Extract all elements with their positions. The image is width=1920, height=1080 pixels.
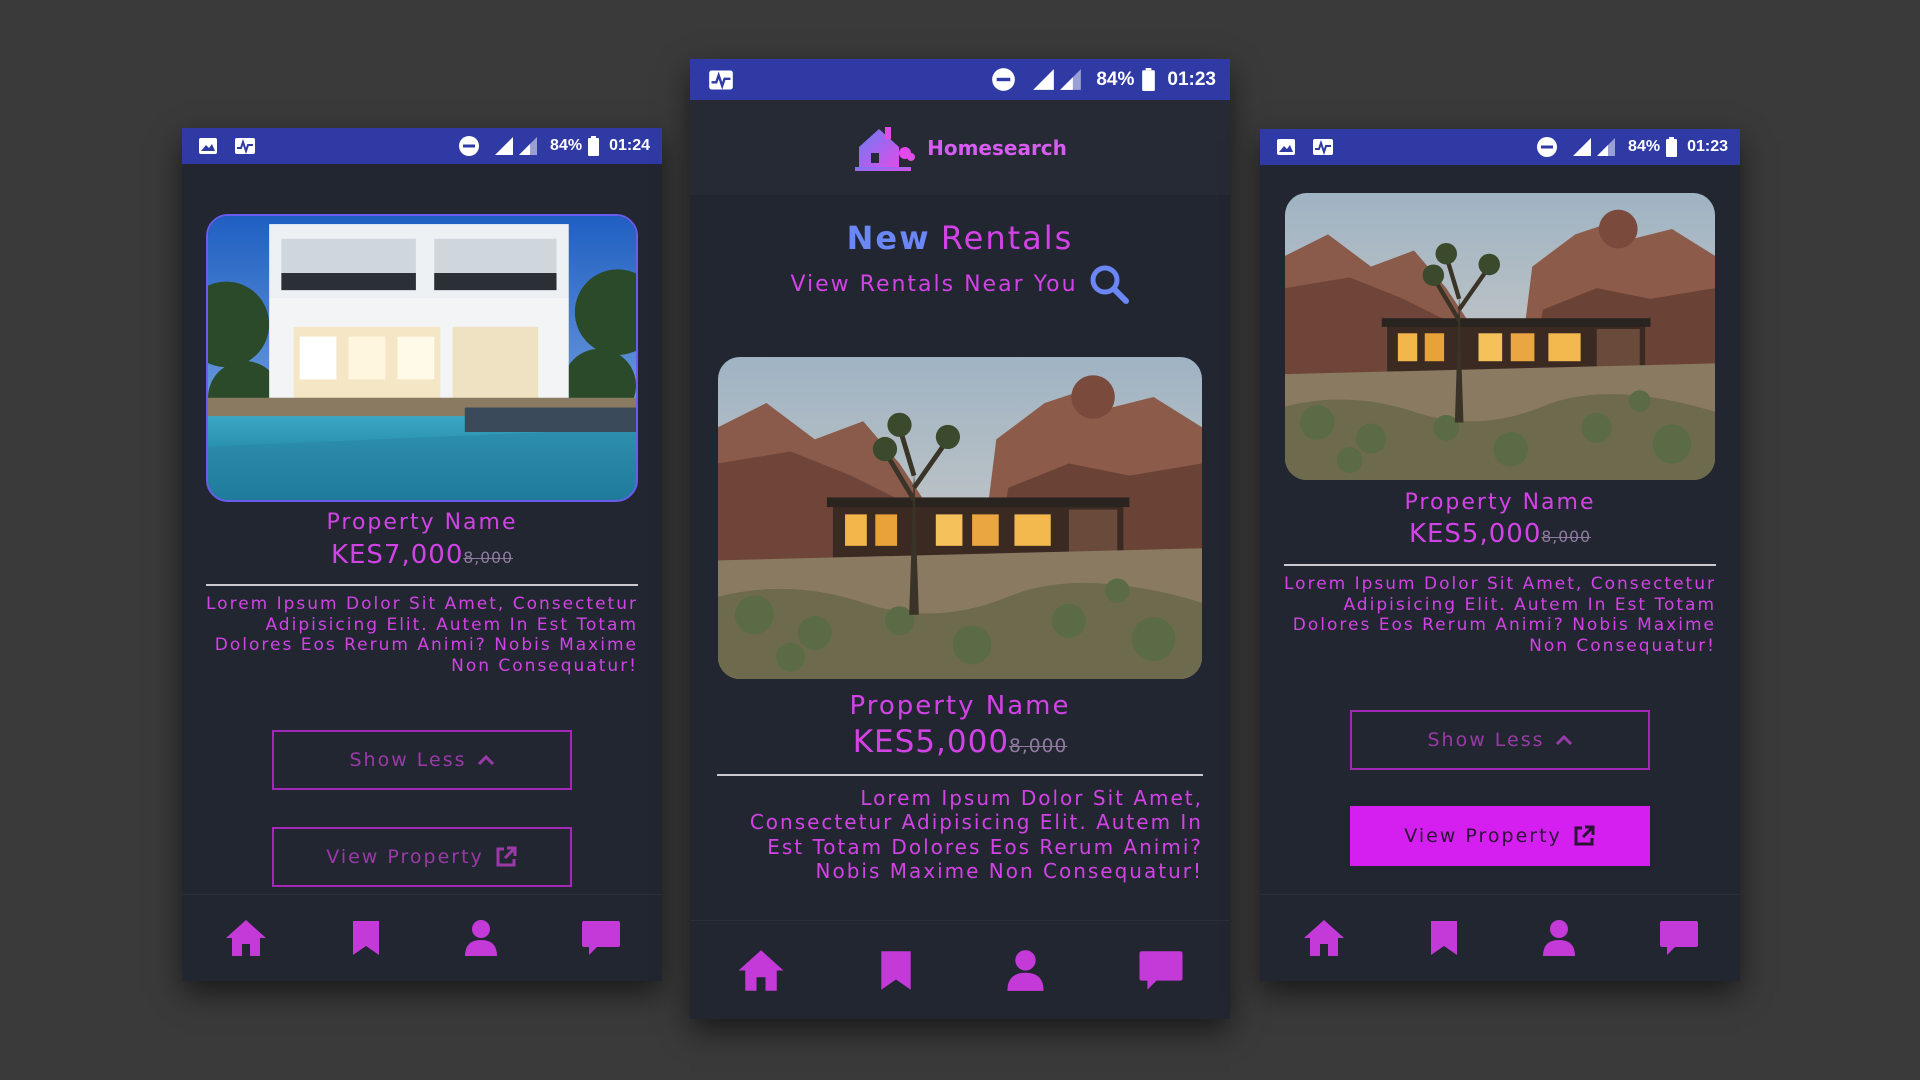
bookmark-icon[interactable] — [1429, 919, 1459, 957]
activity-icon — [234, 137, 256, 155]
status-bar: 84% 01:24 — [182, 128, 662, 164]
current-price: KES5,000 — [1408, 519, 1542, 549]
home-icon[interactable] — [736, 948, 786, 993]
clock: 01:23 — [1167, 68, 1216, 90]
house-logo-icon — [853, 123, 917, 173]
signal-icon — [1032, 68, 1055, 91]
show-less-label: Show Less — [1427, 729, 1545, 751]
search-icon[interactable] — [1088, 263, 1130, 305]
property-name: Property Name — [1404, 490, 1596, 515]
bottom-nav — [690, 920, 1230, 1019]
image-icon — [1276, 138, 1296, 156]
page-title: New Rentals — [690, 219, 1230, 257]
property-name: Property Name — [849, 691, 1071, 721]
property-image[interactable] — [718, 357, 1202, 679]
do-not-disturb-icon — [458, 135, 480, 157]
external-link-icon — [494, 845, 518, 869]
property-photo — [1285, 193, 1715, 480]
show-less-label: Show Less — [349, 749, 467, 771]
divider — [717, 774, 1203, 776]
property-name: Property Name — [326, 510, 518, 535]
battery-icon — [588, 136, 600, 156]
property-image[interactable] — [1285, 193, 1715, 480]
home-icon[interactable] — [224, 918, 268, 958]
user-icon[interactable] — [464, 919, 498, 957]
clock: 01:24 — [609, 137, 650, 154]
app-header: Homesearch — [690, 100, 1230, 195]
signal-icon — [494, 136, 514, 156]
external-link-icon — [1572, 824, 1596, 848]
user-icon[interactable] — [1542, 919, 1576, 957]
view-property-label: View Property — [326, 846, 484, 868]
subheadline: View Rentals Near You — [690, 259, 1230, 309]
battery-icon — [1666, 137, 1678, 157]
property-photo — [718, 357, 1202, 679]
chevron-up-icon — [477, 754, 495, 766]
old-price: 8,000 — [1009, 736, 1068, 757]
user-icon[interactable] — [1006, 949, 1045, 992]
view-property-button[interactable]: View Property — [1350, 806, 1650, 866]
bottom-nav — [182, 894, 662, 981]
chat-icon[interactable] — [1138, 949, 1184, 992]
view-property-label: View Property — [1404, 825, 1562, 847]
old-price: 8,000 — [463, 549, 514, 567]
app-logo-text: Homesearch — [927, 135, 1067, 160]
chat-icon[interactable] — [581, 919, 621, 957]
property-price: KES7,0008,000 — [182, 540, 662, 570]
battery-percent: 84% — [1096, 68, 1135, 90]
bookmark-icon[interactable] — [879, 949, 913, 992]
signal-weak-icon — [1596, 137, 1616, 157]
signal-weak-icon — [1059, 68, 1082, 91]
phone-right: 84% 01:23 Property Name KES5,0008,000 Lo… — [1260, 129, 1740, 981]
activity-icon — [1312, 138, 1334, 156]
phone-center: 84% 01:23 Homesearch New Rentals View Re… — [690, 59, 1230, 1019]
image-icon — [198, 137, 218, 155]
property-image[interactable] — [206, 214, 638, 502]
show-less-button[interactable]: Show Less — [1350, 710, 1650, 770]
status-bar: 84% 01:23 — [690, 59, 1230, 100]
divider — [1284, 564, 1716, 566]
battery-percent: 84% — [550, 137, 583, 154]
property-description: Lorem Ipsum Dolor Sit Amet, Consectetur … — [206, 594, 638, 677]
battery-percent: 84% — [1628, 138, 1661, 155]
do-not-disturb-icon — [991, 67, 1016, 92]
current-price: KES7,000 — [330, 540, 464, 570]
divider — [206, 584, 638, 586]
signal-icon — [1572, 137, 1592, 157]
show-less-button[interactable]: Show Less — [272, 730, 572, 790]
bottom-nav — [1260, 894, 1740, 981]
phone-left: 84% 01:24 Property Name KES7,0008,000 Lo… — [182, 128, 662, 981]
property-photo — [208, 216, 636, 500]
battery-icon — [1142, 68, 1156, 91]
subheadline-text: View Rentals Near You — [790, 271, 1078, 297]
old-price: 8,000 — [1541, 528, 1592, 546]
property-description: Lorem Ipsum Dolor Sit Amet, Consectetur … — [749, 786, 1203, 884]
do-not-disturb-icon — [1536, 136, 1558, 158]
signal-weak-icon — [518, 136, 538, 156]
view-property-button[interactable]: View Property — [272, 827, 572, 887]
property-price: KES5,0008,000 — [1260, 519, 1740, 549]
chat-icon[interactable] — [1659, 919, 1699, 957]
title-new: New — [846, 219, 931, 257]
clock: 01:23 — [1687, 138, 1728, 155]
status-bar: 84% 01:23 — [1260, 129, 1740, 165]
title-rentals: Rentals — [940, 219, 1074, 257]
home-icon[interactable] — [1302, 918, 1346, 958]
property-description: Lorem Ipsum Dolor Sit Amet, Consectetur … — [1284, 574, 1716, 657]
activity-icon — [708, 69, 734, 91]
bookmark-icon[interactable] — [351, 919, 381, 957]
current-price: KES5,000 — [852, 724, 1010, 760]
chevron-up-icon — [1555, 734, 1573, 746]
property-price: KES5,0008,000 — [690, 724, 1230, 760]
